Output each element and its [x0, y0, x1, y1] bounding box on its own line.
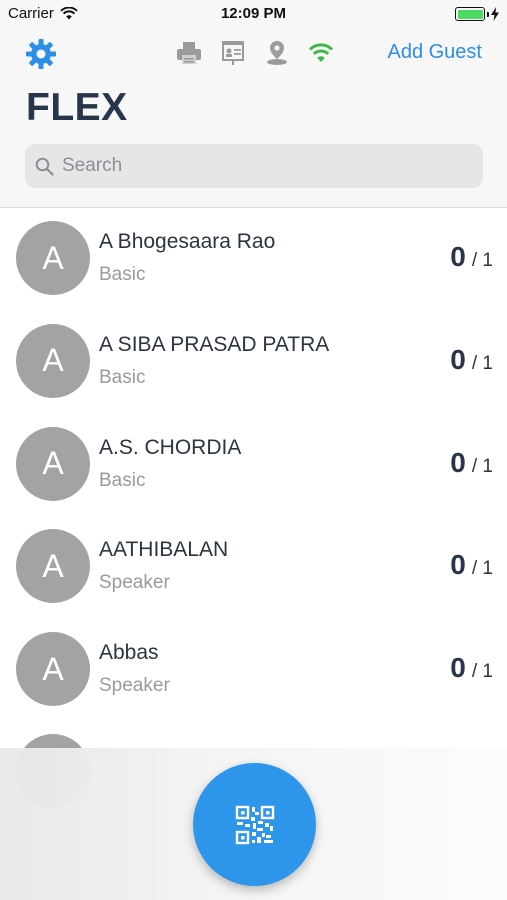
avatar: A: [16, 323, 90, 398]
guest-name: A.S. CHORDIA: [99, 435, 242, 459]
list-item[interactable]: A A.S. CHORDIA Basic 0 / 1: [0, 414, 507, 517]
list-item[interactable]: A A Bhogesaara Rao Basic 0 / 1: [0, 208, 507, 311]
allowed-count: / 1: [471, 352, 493, 374]
avatar: A: [16, 426, 90, 501]
badge-icon[interactable]: [218, 38, 248, 68]
printer-icon[interactable]: [174, 38, 204, 68]
page-title: FLEX: [26, 86, 128, 129]
guest-type: Speaker: [99, 572, 170, 594]
checked-in-count: 0: [450, 343, 466, 375]
allowed-count: / 1: [471, 558, 493, 580]
avatar: A: [16, 632, 90, 706]
allowed-count: / 1: [471, 455, 493, 477]
search-input[interactable]: [62, 155, 462, 177]
guest-name: A SIBA PRASAD PATRA: [99, 332, 330, 356]
gear-icon[interactable]: [25, 38, 57, 70]
battery-icon: [455, 7, 499, 21]
guest-list: A A Bhogesaara Rao Basic 0 / 1 A A SIBA …: [0, 208, 507, 722]
checkin-count: 0 / 1: [450, 241, 493, 273]
checked-in-count: 0: [450, 549, 466, 581]
checkin-count: 0 / 1: [450, 549, 493, 581]
checked-in-count: 0: [450, 652, 466, 683]
avatar: A: [16, 221, 90, 295]
checked-in-count: 0: [450, 446, 466, 478]
list-item[interactable]: A Abbas Speaker 0 / 1: [0, 619, 507, 722]
header: Add Guest FLEX: [0, 28, 507, 208]
status-time: 12:09 PM: [220, 5, 287, 22]
search-icon: [35, 157, 54, 176]
checkin-count: 0 / 1: [450, 652, 493, 684]
guest-type: Speaker: [99, 675, 170, 696]
search-bar[interactable]: [25, 144, 483, 188]
guest-type: Basic: [99, 366, 146, 388]
guest-name: A Bhogesaara Rao: [99, 230, 276, 253]
toolbar-icons: [174, 38, 336, 68]
add-guest-button[interactable]: Add Guest: [387, 41, 482, 64]
guest-type: Basic: [99, 469, 146, 491]
status-bar: Carrier 12:09 PM: [0, 0, 507, 28]
list-item[interactable]: A A SIBA PRASAD PATRA Basic 0 / 1: [0, 311, 507, 414]
checked-in-count: 0: [450, 241, 466, 272]
allowed-count: / 1: [471, 250, 493, 271]
guest-name: AATHIBALAN: [99, 538, 229, 562]
scan-qr-button[interactable]: [193, 763, 316, 886]
qr-code-icon: [235, 805, 274, 844]
allowed-count: / 1: [471, 661, 493, 682]
avatar: A: [16, 529, 90, 604]
wifi-icon[interactable]: [306, 38, 336, 68]
guest-type: Basic: [99, 264, 146, 285]
location-pin-icon[interactable]: [262, 38, 292, 68]
list-item[interactable]: A AATHIBALAN Speaker 0 / 1: [0, 516, 507, 619]
guest-name: Abbas: [99, 641, 159, 664]
checkin-count: 0 / 1: [450, 344, 493, 376]
charging-icon: [491, 7, 499, 21]
checkin-count: 0 / 1: [450, 447, 493, 479]
